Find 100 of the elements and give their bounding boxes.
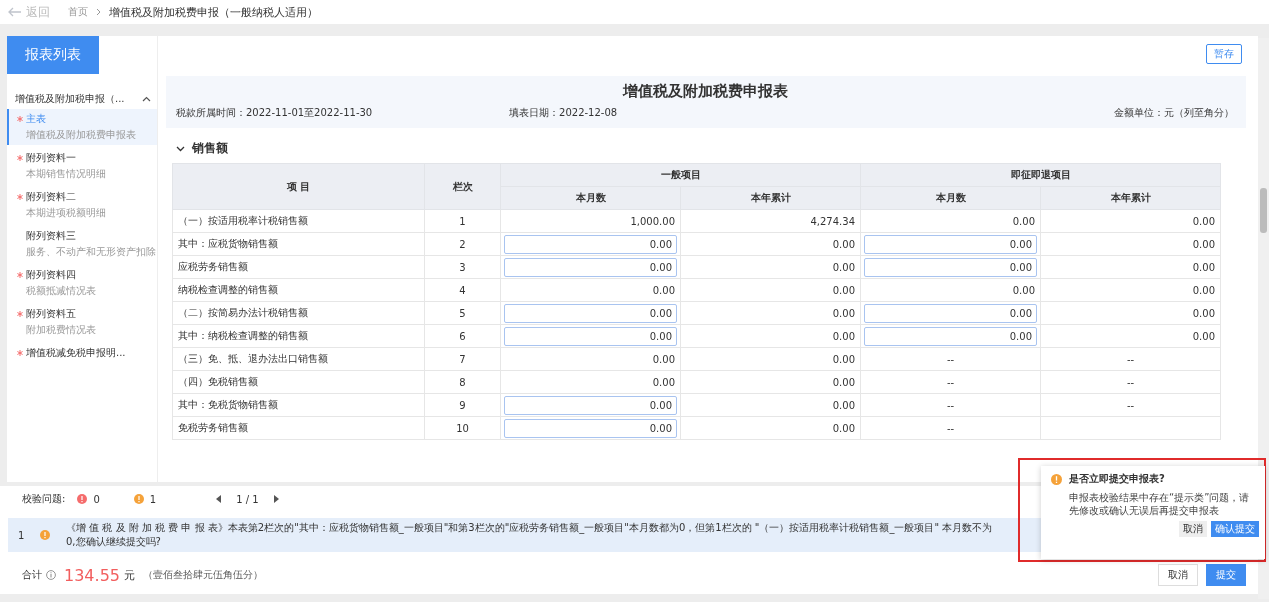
table-cell: 2 — [424, 232, 501, 256]
fill-date: 填表日期：2022-12-08 — [509, 106, 618, 120]
table-cell: 其中：应税货物销售额 — [172, 232, 425, 256]
table-cell: 0.00 — [860, 278, 1041, 302]
total-amount: 134.55 — [64, 565, 120, 585]
amount-input[interactable]: 0.00 — [504, 395, 677, 415]
table-cell: 6 — [424, 324, 501, 348]
report-list-item[interactable]: 附列资料五 附加税费情况表 — [7, 304, 157, 340]
save-draft-button[interactable]: 暂存 — [1206, 44, 1242, 64]
table-cell: 免税劳务销售额 — [172, 416, 425, 440]
table-cell: 0.00 — [500, 347, 681, 371]
amount-input[interactable]: 0.00 — [864, 326, 1037, 346]
table-cell: 1 — [424, 209, 501, 233]
report-list-item[interactable]: 附列资料四 税额抵减情况表 — [7, 265, 157, 301]
table-cell: -- — [860, 347, 1041, 371]
popover-title: 是否立即提交申报表? — [1069, 472, 1165, 486]
validation-message: 《增 值 税 及 附 加 税 费 申 报 表》本表第2栏次的"其中：应税货物销售额_一般项目"和第3栏次的"应税劳务销售额_一般项目"本月数都为0，但第1栏次的 "（一）按适用税率计税销售额_一般项目" 本月数不为0,您确认继续提交吗? — [66, 521, 994, 549]
warning-count[interactable]: 1 — [133, 493, 157, 505]
table-cell: 0.00 — [680, 301, 861, 325]
column-header: 本月数 — [860, 186, 1041, 210]
error-icon — [77, 494, 88, 504]
table-cell: -- — [860, 393, 1041, 417]
warning-icon — [40, 530, 50, 540]
table-cell: -- — [1040, 347, 1221, 371]
table-cell: 5 — [424, 301, 501, 325]
table-cell: 0.00 — [680, 370, 861, 394]
table-cell: -- — [1040, 393, 1221, 417]
table-cell: 0.00 — [680, 416, 861, 440]
column-header: 本年累计 — [1040, 186, 1221, 210]
validation-label: 校验问题: — [22, 492, 66, 506]
section-toggle[interactable]: 销售额 — [176, 140, 1246, 157]
required-asterisk-icon — [17, 155, 23, 161]
table-cell: 0.00 — [500, 278, 681, 302]
table-cell: （四）免税销售额 — [172, 370, 425, 394]
error-count[interactable]: 0 — [77, 493, 100, 505]
table-cell: 3 — [424, 255, 501, 279]
table-cell: 0.00 — [860, 209, 1041, 233]
table-cell: 1,000.00 — [500, 209, 681, 233]
table-cell: -- — [1040, 370, 1221, 394]
table-cell: 0.00 — [1040, 301, 1221, 325]
table-cell: 0.00 — [1040, 278, 1221, 302]
message-index: 1 — [18, 529, 24, 541]
tax-period: 税款所属时间：2022-11-01至2022-11-30 — [176, 106, 373, 120]
required-asterisk-icon — [17, 194, 23, 200]
column-header: 本月数 — [500, 186, 681, 210]
table-cell: 0.00 — [680, 278, 861, 302]
previous-icon[interactable] — [216, 495, 223, 503]
cancel-button[interactable]: 取消 — [1179, 521, 1207, 537]
table-cell: 0.00 — [680, 232, 861, 256]
table-cell: 其中：免税货物销售额 — [172, 393, 425, 417]
table-cell: （三）免、抵、退办法出口销售额 — [172, 347, 425, 371]
chevron-right-icon — [96, 8, 101, 16]
report-list-heading: 报表列表 — [7, 36, 99, 74]
back-arrow-icon — [8, 7, 22, 17]
amount-input[interactable]: 0.00 — [864, 257, 1037, 277]
column-header: 项 目 — [172, 163, 425, 210]
column-group-header: 即征即退项目 — [860, 163, 1221, 187]
amount-input[interactable]: 0.00 — [864, 234, 1037, 254]
page-indicator: 1 / 1 — [236, 493, 259, 505]
cancel-button[interactable]: 取消 — [1158, 564, 1198, 586]
next-icon[interactable] — [272, 495, 279, 503]
table-cell: 4 — [424, 278, 501, 302]
report-list-item[interactable]: 附列资料二 本期进项税额明细 — [7, 187, 157, 223]
warning-icon — [1051, 473, 1062, 485]
table-cell: 0.00 — [1040, 324, 1221, 348]
scrollbar-thumb[interactable] — [1260, 188, 1267, 233]
report-list-item[interactable]: 附列资料三 服务、不动产和无形资产扣除 — [7, 226, 157, 262]
table-cell: 4,274.34 — [680, 209, 861, 233]
amount-in-words: （壹佰叁拾肆元伍角伍分） — [143, 568, 263, 582]
amount-input[interactable]: 0.00 — [504, 418, 677, 438]
table-cell: 0.00 — [680, 255, 861, 279]
required-asterisk-icon — [17, 350, 23, 356]
amount-input[interactable]: 0.00 — [504, 257, 677, 277]
report-list-item[interactable]: 增值税减免税申报明... — [7, 343, 157, 363]
table-cell: 其中：纳税检查调整的销售额 — [172, 324, 425, 348]
breadcrumb-item: 增值税及附加税费申报（一般纳税人适用） — [109, 4, 318, 20]
column-group-header: 一般项目 — [500, 163, 861, 187]
amount-input[interactable]: 0.00 — [504, 303, 677, 323]
chevron-up-icon — [142, 96, 151, 102]
table-cell: 8 — [424, 370, 501, 394]
warning-icon — [133, 494, 144, 504]
popover-message: 申报表校验结果中存在“提示类”问题，请先修改或确认无误后再提交申报表 — [1068, 491, 1251, 517]
required-asterisk-icon — [17, 116, 23, 122]
table-cell: -- — [860, 416, 1041, 440]
table-cell: （二）按简易办法计税销售额 — [172, 301, 425, 325]
amount-input[interactable]: 0.00 — [864, 303, 1037, 323]
amount-input[interactable]: 0.00 — [504, 326, 677, 346]
table-cell: 0.00 — [680, 324, 861, 348]
table-cell: -- — [860, 370, 1041, 394]
column-header: 本年累计 — [680, 186, 861, 210]
required-asterisk-icon — [17, 311, 23, 317]
chevron-down-icon — [176, 145, 185, 152]
table-cell: 0.00 — [1040, 209, 1221, 233]
tree-group-toggle[interactable]: 增值税及附加税申报（... — [7, 92, 157, 106]
table-cell: （一）按适用税率计税销售额 — [172, 209, 425, 233]
report-list-item[interactable]: 附列资料一 本期销售情况明细 — [7, 148, 157, 184]
table-cell: 10 — [424, 416, 501, 440]
table-cell: 9 — [424, 393, 501, 417]
amount-input[interactable]: 0.00 — [504, 234, 677, 254]
required-asterisk-icon — [17, 272, 23, 278]
